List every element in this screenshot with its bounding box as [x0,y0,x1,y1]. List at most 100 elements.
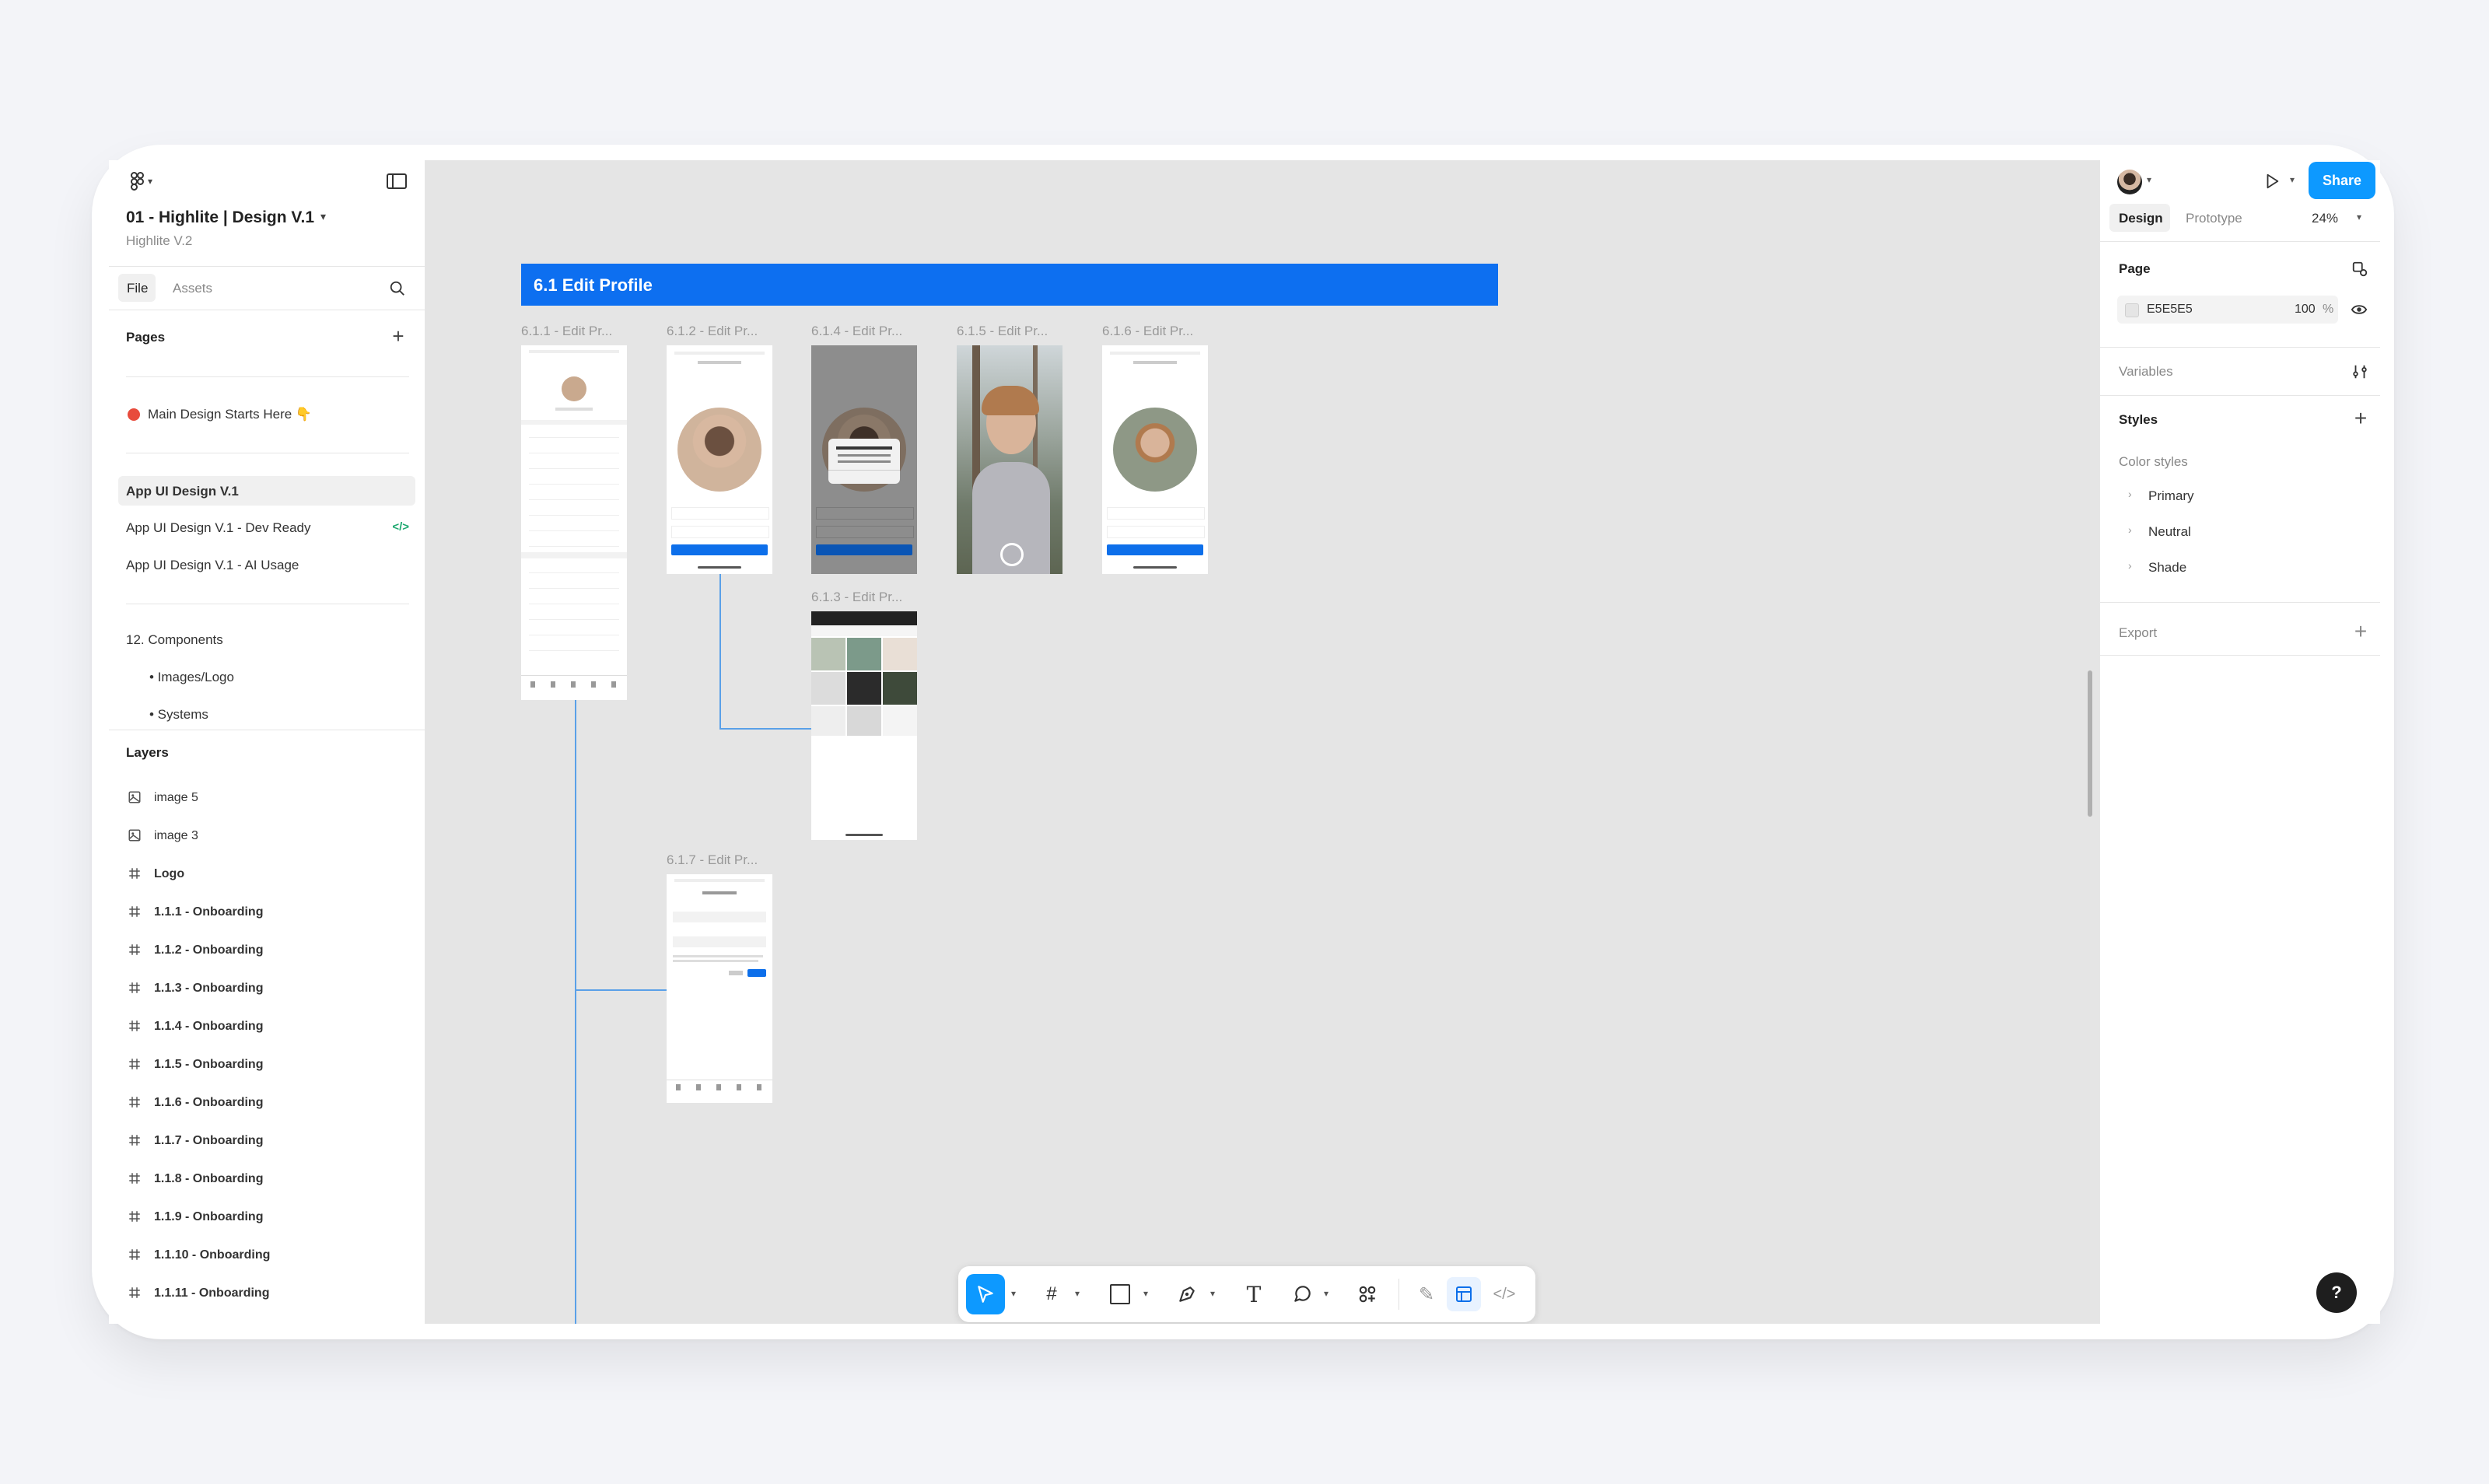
export-label[interactable]: Export [2119,625,2157,641]
layer-label: 1.1.8 - Onboarding [154,1172,264,1185]
share-button-label: Share [2322,173,2362,188]
frame-label[interactable]: 6.1.1 - Edit Pr... [521,324,612,339]
chevron-down-icon[interactable]: ▾ [1324,1288,1329,1299]
frame-label[interactable]: 6.1.7 - Edit Pr... [667,852,758,868]
add-style-icon[interactable]: + [2351,406,2371,430]
toggle-sidebar-icon[interactable] [384,170,409,193]
page-item[interactable]: • Images/Logo [118,663,415,691]
layer-row[interactable]: 1.1.5 - Onboarding [118,1052,415,1079]
layer-row[interactable]: image 3 [118,824,415,850]
layer-row[interactable]: 1.1.3 - Onboarding [118,976,415,1003]
eye-icon[interactable] [2347,299,2371,320]
variables-label[interactable]: Variables [2119,364,2173,380]
zoom-level[interactable]: 24% [2312,211,2338,226]
tab-design[interactable]: Design [2109,204,2170,232]
frame-label[interactable]: 6.1.2 - Edit Pr... [667,324,758,339]
layer-row[interactable]: 1.1.2 - Onboarding [118,938,415,964]
chevron-right-icon: › [2128,559,2132,572]
layer-label: 1.1.9 - Onboarding [154,1210,264,1223]
variables-icon[interactable] [2349,361,2371,383]
frame-tool-icon[interactable]: # [1038,1280,1066,1308]
page-item[interactable]: 12. Components [118,625,415,653]
frame-icon [128,1019,142,1037]
frame-6-1-3[interactable] [811,611,917,840]
canvas-scrollbar[interactable] [2088,670,2092,817]
text-tool-icon[interactable]: T [1240,1280,1268,1308]
move-tool-button[interactable] [966,1274,1005,1314]
layer-row[interactable]: 1.1.1 - Onboarding [118,900,415,926]
chevron-down-icon[interactable]: ▾ [1143,1288,1148,1299]
actions-icon[interactable] [1353,1280,1381,1308]
frame-label[interactable]: 6.1.6 - Edit Pr... [1102,324,1193,339]
add-page-icon[interactable]: + [389,324,408,348]
frame-label[interactable]: 6.1.3 - Edit Pr... [811,590,902,605]
style-group-label: Shade [2148,560,2187,575]
tab-file[interactable]: File [118,274,156,302]
layer-row[interactable]: 1.1.10 - Onboarding [118,1243,415,1269]
frame-6-1-4[interactable] [811,345,917,574]
chevron-down-icon[interactable]: ▾ [2357,212,2361,222]
style-group-label: Neutral [2148,524,2191,539]
divider [2100,655,2380,656]
frame-label[interactable]: 6.1.5 - Edit Pr... [957,324,1048,339]
page-item[interactable]: App UI Design V.1 - AI Usage [118,551,415,579]
divider [2100,241,2380,242]
page-item-selected[interactable]: App UI Design V.1 [118,476,415,506]
frame-icon [128,1133,142,1151]
chevron-down-icon[interactable]: ▾ [1075,1288,1080,1299]
frame-6-1-5[interactable] [957,345,1062,574]
layer-label: 1.1.11 - Onboarding [154,1286,270,1300]
style-group-primary[interactable]: › Primary [2119,482,2360,509]
layer-row[interactable]: 1.1.11 - Onboarding [118,1281,415,1307]
avatar[interactable] [2117,170,2142,194]
layer-row[interactable]: 1.1.4 - Onboarding [118,1014,415,1041]
comment-tool-icon[interactable] [1288,1280,1316,1308]
section-header[interactable]: 6.1 Edit Profile [521,264,1498,306]
canvas[interactable]: 6.1 Edit Profile 6.1.1 - Edit Pr... 6.1.… [425,160,2100,1324]
layer-row[interactable]: 1.1.7 - Onboarding [118,1129,415,1155]
dev-mode-icon[interactable]: </> [1490,1280,1518,1308]
chevron-down-icon[interactable]: ▾ [2290,174,2295,185]
tab-prototype[interactable]: Prototype [2186,211,2242,226]
page-item[interactable]: • Systems [118,700,415,728]
layer-label: 1.1.6 - Onboarding [154,1096,264,1109]
frame-6-1-7[interactable] [667,874,772,1103]
page-item[interactable]: App UI Design V.1 - Dev Ready </> [118,513,415,541]
chevron-down-icon[interactable]: ▾ [1210,1288,1215,1299]
file-title[interactable]: 01 - Highlite | Design V.1 [126,208,314,227]
rectangle-tool-icon[interactable] [1106,1280,1134,1308]
page-color-field[interactable]: E5E5E5 100 % [2117,296,2338,324]
library-icon[interactable] [2349,258,2371,280]
style-group-shade[interactable]: › Shade [2119,554,2360,580]
tab-assets[interactable]: Assets [173,281,212,296]
page-item-label: • Systems [149,707,208,722]
figma-menu-icon[interactable]: ▾ [126,170,157,193]
frame-6-1-6[interactable] [1102,345,1208,574]
pen-tool-icon[interactable] [1173,1280,1201,1308]
layer-row[interactable]: 1.1.6 - Onboarding [118,1090,415,1117]
draw-mode-icon[interactable]: ✎ [1413,1280,1441,1308]
image-icon [128,828,142,846]
chevron-down-icon[interactable]: ▾ [320,210,326,223]
frame-label[interactable]: 6.1.4 - Edit Pr... [811,324,902,339]
chevron-down-icon[interactable]: ▾ [1011,1288,1016,1299]
layer-row[interactable]: 1.1.8 - Onboarding [118,1167,415,1193]
design-mode-button[interactable] [1447,1277,1481,1311]
layer-row[interactable]: Logo [118,862,415,888]
page-item[interactable]: Main Design Starts Here 👇 [118,400,415,428]
present-icon[interactable] [2260,170,2284,193]
search-icon[interactable] [386,277,409,300]
layer-row[interactable]: image 5 [118,786,415,812]
frame-icon [128,905,142,922]
project-name[interactable]: Highlite V.2 [126,233,192,249]
share-button[interactable]: Share [2309,162,2375,199]
help-button[interactable]: ? [2316,1272,2357,1313]
design-mode-icon [1456,1286,1472,1302]
style-group-neutral[interactable]: › Neutral [2119,518,2360,544]
frame-6-1-2[interactable] [667,345,772,574]
chevron-down-icon[interactable]: ▾ [2147,174,2151,185]
add-export-icon[interactable]: + [2351,619,2371,643]
percent-sign: % [2323,303,2334,316]
frame-6-1-1[interactable] [521,345,627,700]
layer-row[interactable]: 1.1.9 - Onboarding [118,1205,415,1231]
